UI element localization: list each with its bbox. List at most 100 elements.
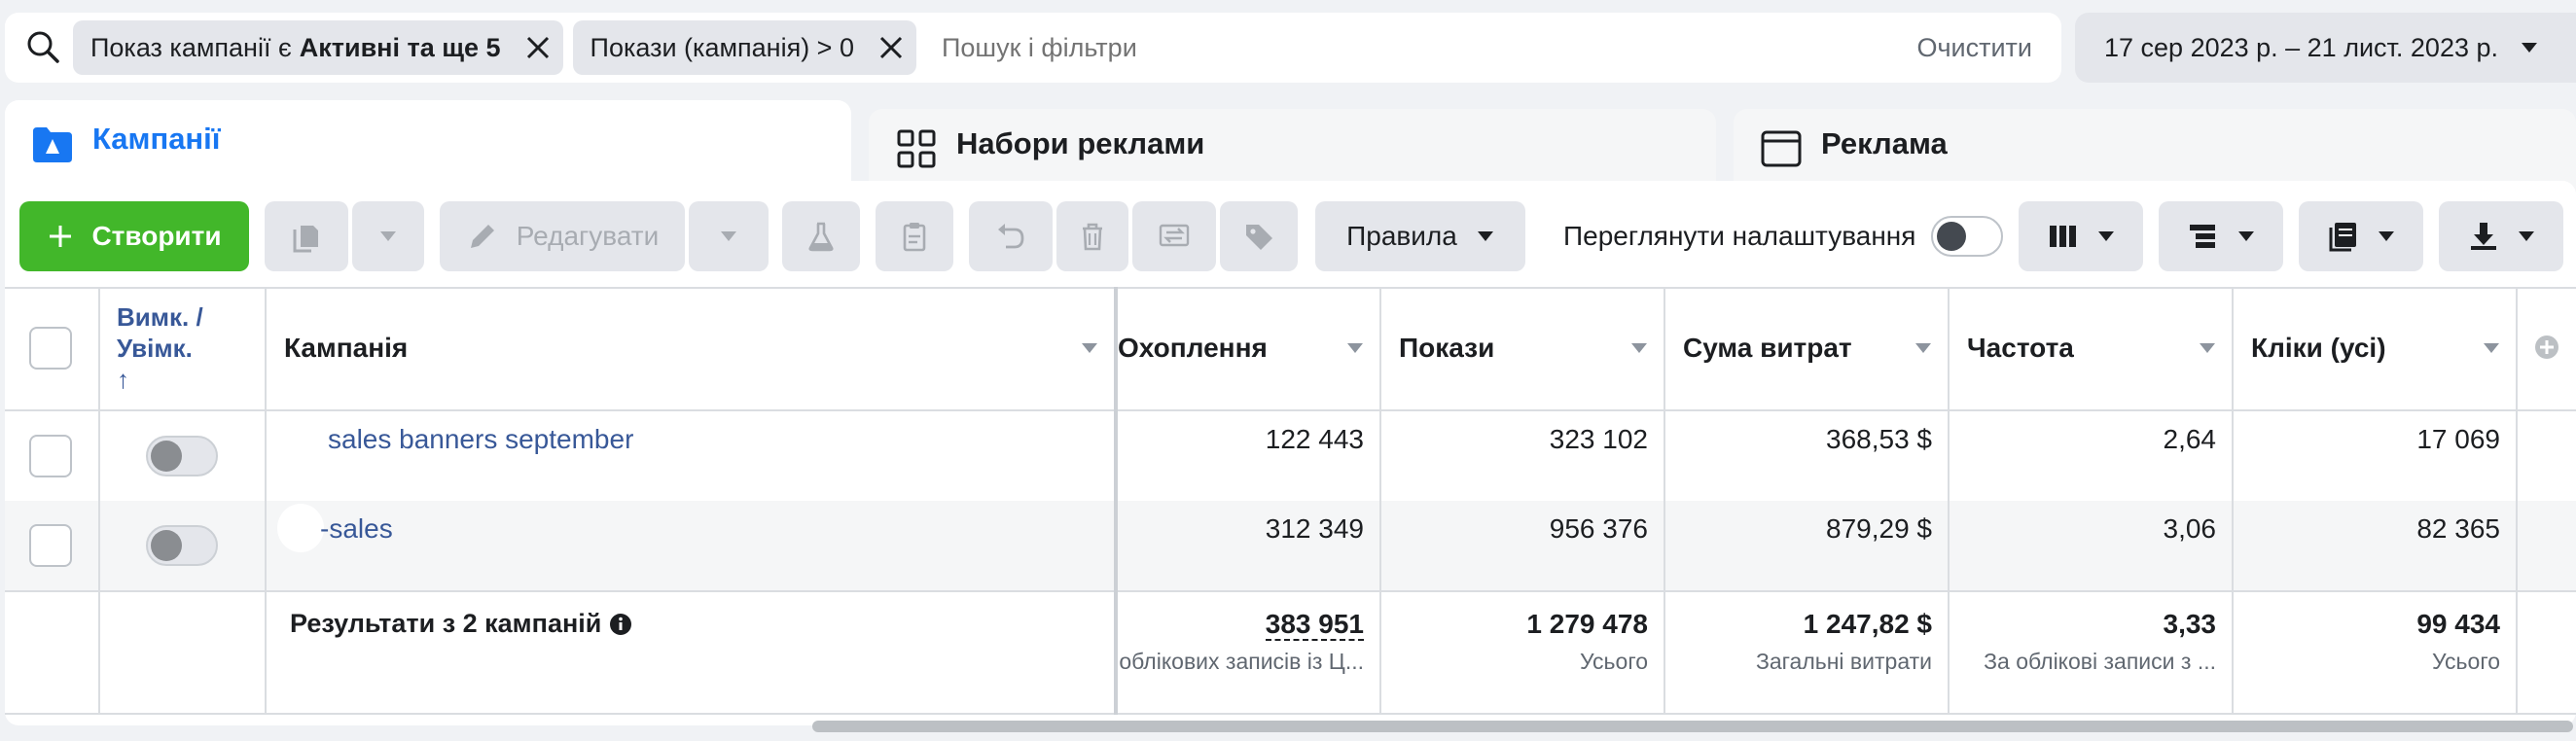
toggle-knob xyxy=(151,441,182,472)
column-header-campaign[interactable]: Кампанія xyxy=(267,287,1114,409)
search-filter-input[interactable] xyxy=(925,19,1917,76)
campaign-name-link[interactable]: sales banners september xyxy=(328,424,633,455)
campaign-name-link[interactable]: -sales xyxy=(320,513,393,545)
toggle-knob xyxy=(151,530,182,561)
date-range-picker[interactable]: 17 сер 2023 р. – 21 лист. 2023 р. xyxy=(2075,13,2576,83)
info-icon[interactable] xyxy=(609,613,632,636)
swap-arrows-icon xyxy=(1159,224,1190,247)
undo-button[interactable] xyxy=(969,201,1053,271)
export-button[interactable] xyxy=(2439,201,2563,271)
campaign-on-off-toggle[interactable] xyxy=(146,436,218,476)
scrollbar-thumb[interactable] xyxy=(812,721,2573,732)
sort-caret-icon[interactable] xyxy=(1346,342,1364,354)
filter-chip-impressions[interactable]: Покази (кампанія) > 0 xyxy=(572,20,916,75)
column-header-frequency[interactable]: Частота xyxy=(1950,287,2232,409)
column-header-label: Частота xyxy=(1967,333,2074,363)
cell-reach: 312 349 xyxy=(1265,513,1364,544)
cell-clicks: 17 069 xyxy=(2416,424,2500,454)
cell-impressions: 956 376 xyxy=(1549,513,1648,544)
delete-button[interactable] xyxy=(1056,201,1128,271)
divider xyxy=(5,409,2576,411)
column-header-label: Кампанія xyxy=(284,333,409,363)
tag-icon xyxy=(1246,225,1272,250)
reports-icon xyxy=(2329,223,2356,252)
rules-button[interactable]: Правила xyxy=(1315,201,1525,271)
chevron-down-icon xyxy=(2519,231,2534,241)
filter-chip-prefix: Показ кампанії є xyxy=(90,32,292,62)
sort-caret-icon[interactable] xyxy=(2483,342,2500,354)
total-spend: 1 247,82 $ xyxy=(1803,609,1932,639)
folder-icon xyxy=(33,127,72,162)
pencil-icon xyxy=(470,225,494,248)
add-column-icon[interactable] xyxy=(2534,335,2559,360)
breakdown-button[interactable] xyxy=(2159,201,2283,271)
compare-button[interactable] xyxy=(1132,201,1216,271)
clear-filters-button[interactable]: Очистити xyxy=(1916,33,2032,63)
columns-icon xyxy=(2050,226,2076,247)
cell-clicks: 82 365 xyxy=(2416,513,2500,544)
chevron-down-icon xyxy=(2098,231,2114,241)
duplicate-menu-button[interactable] xyxy=(352,201,424,271)
edit-button[interactable]: Редагувати xyxy=(440,201,685,271)
column-header-reach[interactable]: Охоплення xyxy=(1118,287,1379,409)
breakdown-icon xyxy=(2190,225,2215,248)
plus-icon xyxy=(50,226,72,247)
view-settings-label: Переглянути налаштування xyxy=(1563,221,1916,251)
total-reach-value: 383 951 xyxy=(1265,609,1364,641)
filter-chip-value: Активні та ще 5 xyxy=(299,32,501,62)
campaign-on-off-toggle[interactable] xyxy=(146,525,218,566)
chevron-down-icon xyxy=(2238,231,2254,241)
column-header-impressions[interactable]: Покази xyxy=(1381,287,1664,409)
column-header-label: Кліки (усі) xyxy=(2251,333,2386,363)
rules-label: Правила xyxy=(1346,221,1457,251)
sort-caret-icon[interactable] xyxy=(1081,342,1098,354)
divider xyxy=(5,590,2576,592)
total-reach: 383 951 xyxy=(1118,609,1379,641)
filter-chip-delivery[interactable]: Показ кампанії є Активні та ще 5 xyxy=(73,20,563,75)
edit-menu-button[interactable] xyxy=(689,201,769,271)
chevron-down-icon xyxy=(1477,231,1493,241)
create-button[interactable]: Створити xyxy=(19,201,249,271)
total-impressions: 1 279 478 xyxy=(1526,609,1648,639)
clipboard-icon xyxy=(903,223,926,252)
column-header-spend[interactable]: Сума витрат xyxy=(1665,287,1948,409)
column-header-clicks[interactable]: Кліки (усі) xyxy=(2234,287,2516,409)
column-header-on-off[interactable]: Вимк. / Увімк. ↑ xyxy=(117,301,263,395)
column-header-label: Вимк. / Увімк. xyxy=(117,302,203,363)
columns-button[interactable] xyxy=(2019,201,2143,271)
column-header-label: Покази xyxy=(1399,333,1495,363)
sort-caret-icon[interactable] xyxy=(1914,342,1932,354)
row-checkbox[interactable] xyxy=(29,435,72,477)
tab-label: Набори реклами xyxy=(956,126,1205,160)
toggle-knob xyxy=(1937,222,1967,251)
redaction-mark xyxy=(277,504,324,552)
download-icon xyxy=(2471,223,2496,250)
tab-label: Кампанії xyxy=(92,122,221,156)
reports-button[interactable] xyxy=(2299,201,2423,271)
divider xyxy=(98,287,100,715)
remove-filter-icon[interactable] xyxy=(877,34,905,61)
chevron-down-icon xyxy=(2522,43,2537,53)
trash-icon xyxy=(1083,223,1102,251)
row-checkbox[interactable] xyxy=(29,524,72,567)
cell-frequency: 3,06 xyxy=(2163,513,2217,544)
sort-caret-icon[interactable] xyxy=(2199,342,2216,354)
tag-button[interactable] xyxy=(1220,201,1298,271)
total-clicks-caption: Усього xyxy=(2431,649,2500,674)
divider xyxy=(5,713,2576,715)
select-all-checkbox[interactable] xyxy=(29,327,72,370)
filter-bar: Показ кампанії є Активні та ще 5 Покази … xyxy=(5,13,2061,83)
cell-spend: 368,53 $ xyxy=(1826,424,1932,454)
sort-caret-icon[interactable] xyxy=(1630,342,1648,354)
tab-label: Реклама xyxy=(1821,126,1948,160)
search-icon[interactable] xyxy=(24,28,63,67)
tab-campaigns[interactable]: Кампанії xyxy=(5,100,851,188)
remove-filter-icon[interactable] xyxy=(524,34,552,61)
ab-test-button[interactable] xyxy=(782,201,860,271)
view-settings: Переглянути налаштування xyxy=(1563,201,2004,271)
column-header-label: Сума витрат xyxy=(1683,333,1852,363)
clipboard-button[interactable] xyxy=(876,201,953,271)
duplicate-button[interactable] xyxy=(265,201,348,271)
chevron-down-icon xyxy=(380,231,396,241)
view-settings-toggle[interactable] xyxy=(1931,216,2004,257)
